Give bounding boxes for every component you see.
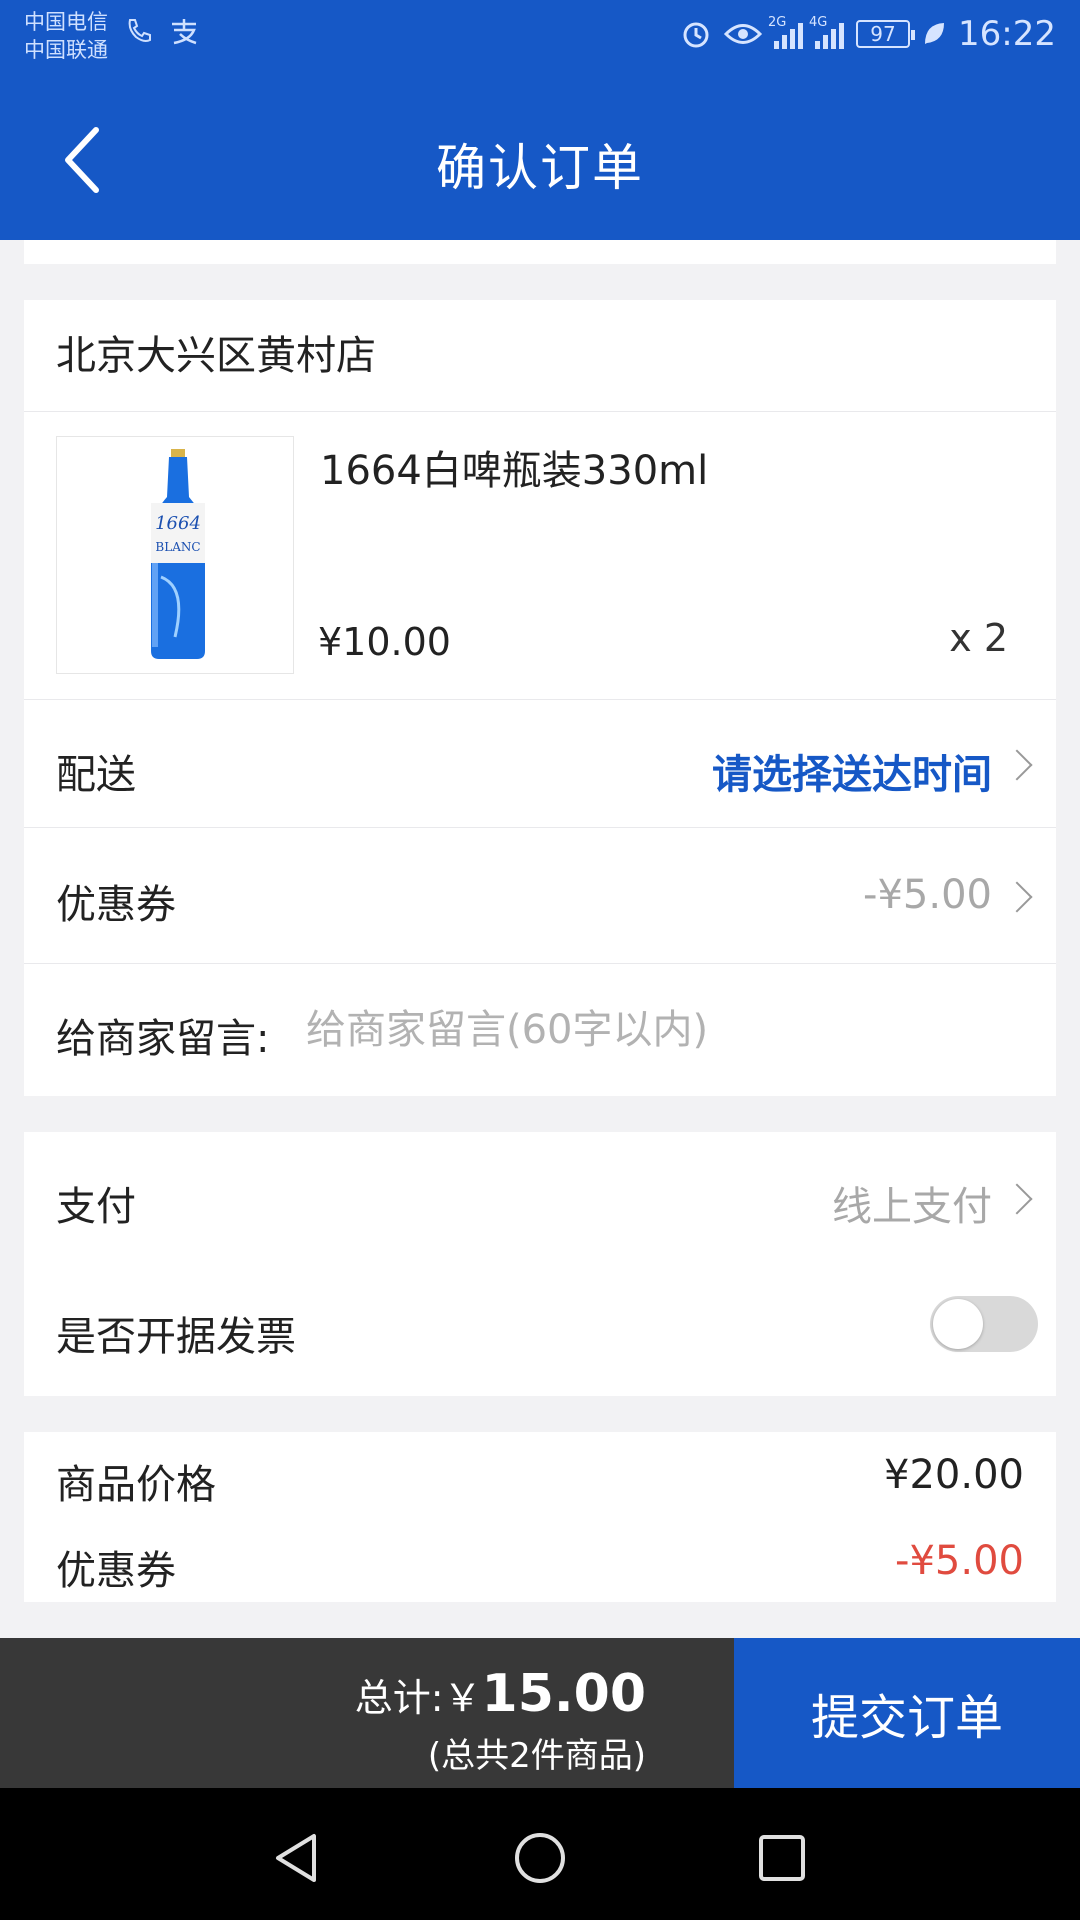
product-quantity: x 2 — [949, 616, 1008, 660]
power-saving-leaf-icon — [925, 23, 945, 44]
payment-method-value: 线上支付 — [832, 1184, 992, 1230]
toggle-knob — [933, 1299, 983, 1349]
payment-card: 支付 线上支付 是否开据发票 — [24, 1132, 1056, 1396]
invoice-label: 是否开据发票 — [56, 1314, 296, 1360]
notification-icons — [124, 16, 200, 46]
checkout-bar: 总计:￥15.00 (总共2件商品) 提交订单 — [0, 1638, 1080, 1788]
page-title: 确认订单 — [436, 139, 644, 197]
total-prefix: 总计:￥ — [354, 1676, 482, 1720]
system-nav-bar — [0, 1788, 1080, 1920]
chevron-right-icon — [1001, 749, 1033, 781]
merchant-message-row: 给商家留言: — [24, 964, 1056, 1096]
chevron-right-icon — [1001, 881, 1033, 913]
store-name: 北京大兴区黄村店 — [24, 300, 1056, 412]
product-name: 1664白啤瓶装330ml — [320, 448, 709, 494]
alipay-icon — [172, 19, 197, 45]
coupon-discount-label: 优惠券 — [56, 1548, 176, 1594]
item-count: (总共2件商品) — [427, 1736, 646, 1776]
nav-back-button[interactable] — [268, 1828, 328, 1888]
svg-text:1664: 1664 — [155, 513, 201, 534]
total-amount: 15.00 — [481, 1664, 646, 1724]
product-item[interactable]: 1664 BLANC 1664白啤瓶装330ml ¥10.00 x 2 — [24, 412, 1056, 700]
carrier-info: 中国电信 中国联通 — [24, 8, 108, 64]
nav-recents-button[interactable] — [752, 1828, 812, 1888]
delivery-time-value: 请选择送达时间 — [712, 752, 992, 798]
nav-home-button[interactable] — [510, 1828, 570, 1888]
merchant-message-input[interactable] — [306, 1000, 1006, 1060]
square-recents-icon — [759, 1835, 805, 1881]
beer-bottle-image: 1664 BLANC — [151, 449, 205, 659]
product-image: 1664 BLANC — [56, 436, 294, 674]
system-status: 2G 4G 97 16:22 — [680, 14, 1056, 54]
signal-2g-icon: 2G — [768, 15, 804, 49]
address-card-bottom — [24, 240, 1056, 264]
price-summary: 商品价格 ¥20.00 优惠券 -¥5.00 — [24, 1432, 1056, 1602]
app-header: 确认订单 — [0, 78, 1080, 240]
payment-label: 支付 — [56, 1184, 136, 1230]
coupon-label: 优惠券 — [56, 882, 176, 928]
status-bar: 中国电信 中国联通 2G 4G 97 16:22 — [0, 0, 1080, 78]
alarm-icon — [683, 22, 709, 48]
payment-method-row[interactable]: 支付 线上支付 — [24, 1132, 1056, 1264]
chevron-right-icon — [1001, 1183, 1033, 1215]
carrier-2: 中国联通 — [24, 38, 108, 62]
coupon-value: -¥5.00 — [863, 872, 992, 918]
svg-text:BLANC: BLANC — [155, 540, 200, 554]
product-price: ¥10.00 — [318, 620, 451, 664]
delivery-label: 配送 — [56, 752, 136, 798]
goods-price-label: 商品价格 — [56, 1462, 216, 1508]
goods-price-value: ¥20.00 — [884, 1452, 1024, 1498]
battery-icon: 97 — [856, 20, 916, 48]
submit-order-button[interactable]: 提交订单 — [734, 1638, 1080, 1788]
carrier-1: 中国电信 — [24, 10, 108, 34]
triangle-back-icon — [276, 1834, 316, 1882]
delivery-time-row[interactable]: 配送 请选择送达时间 — [24, 700, 1056, 828]
invoice-row: 是否开据发票 — [24, 1264, 1056, 1396]
signal-4g-icon: 4G — [809, 15, 845, 49]
hd-call-icon — [128, 19, 151, 42]
message-label: 给商家留言: — [56, 1016, 270, 1062]
coupon-row[interactable]: 优惠券 -¥5.00 — [24, 828, 1056, 964]
coupon-discount-value: -¥5.00 — [895, 1538, 1024, 1584]
eye-comfort-icon — [724, 24, 763, 44]
circle-home-icon — [515, 1833, 565, 1883]
order-total: 总计:￥15.00 (总共2件商品) — [355, 1664, 646, 1777]
invoice-toggle[interactable] — [930, 1296, 1038, 1352]
clock: 16:22 — [958, 14, 1056, 54]
